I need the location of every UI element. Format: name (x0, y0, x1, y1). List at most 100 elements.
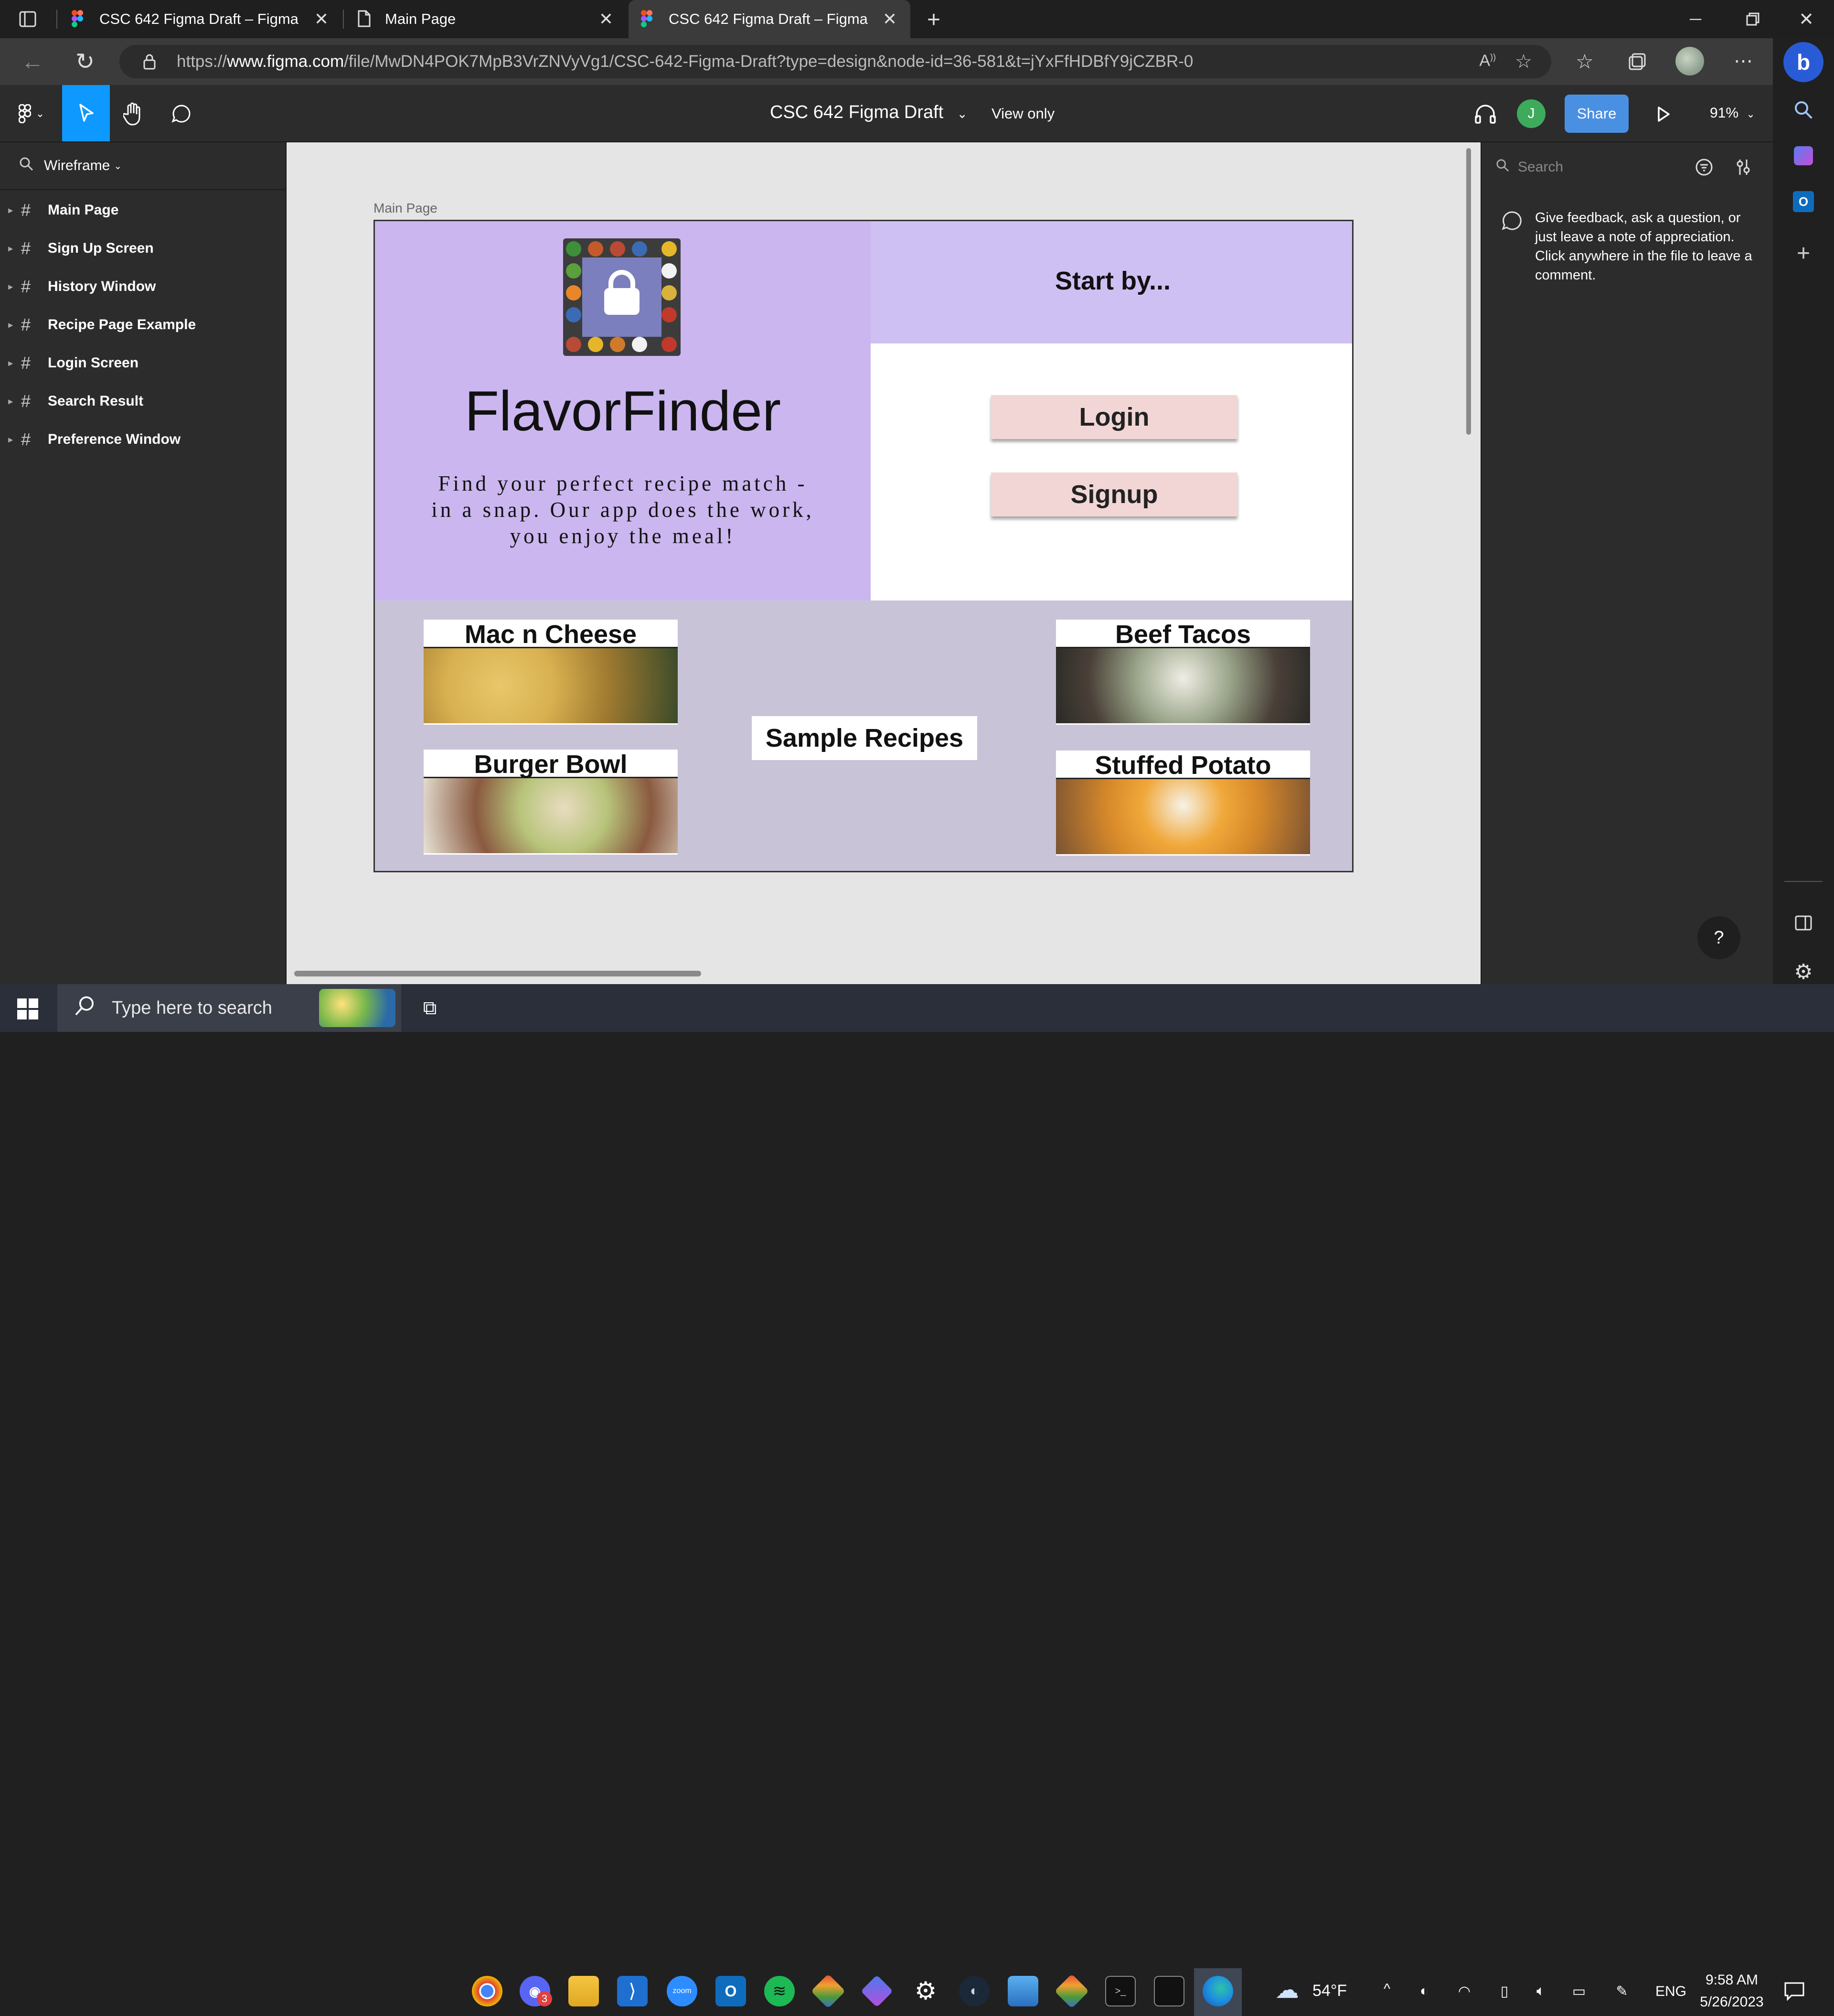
recipe-card-beef-tacos[interactable]: Beef Tacos (1056, 620, 1310, 725)
url-prefix: https:// (177, 52, 227, 71)
tab-figma-1[interactable]: CSC 642 Figma Draft – Figma ✕ (60, 0, 342, 38)
expand-caret-icon[interactable]: ▸ (0, 282, 21, 292)
layer-recipe-page-example[interactable]: ▸ # Recipe Page Example (0, 306, 287, 344)
comment-tool-icon[interactable] (162, 99, 201, 128)
tab-actions-icon[interactable] (18, 10, 37, 29)
back-icon[interactable]: ← (19, 49, 46, 75)
comment-search[interactable]: Search (1496, 154, 1687, 181)
layer-search-result[interactable]: ▸ # Search Result (0, 382, 287, 420)
volume-icon[interactable]: 🔈︎ (1531, 1982, 1550, 2001)
layer-preference-window[interactable]: ▸ # Preference Window (0, 420, 287, 459)
restore-icon[interactable] (1738, 10, 1767, 29)
audio-headphones-icon[interactable] (1471, 101, 1500, 127)
terminal-icon[interactable]: >_ (1105, 1976, 1136, 2006)
weather-temp[interactable]: 54°F (1312, 1982, 1347, 2000)
taskbar-search[interactable]: Type here to search (57, 984, 401, 1032)
clock-time[interactable]: 9:58 AM (1703, 1972, 1760, 1988)
filter-icon[interactable] (1690, 153, 1718, 182)
add-favorite-icon[interactable]: ☆ (1515, 51, 1532, 73)
favorites-icon[interactable]: ☆ (1571, 48, 1598, 75)
copilot-taskbar-icon[interactable] (861, 1975, 893, 2007)
layer-sign-up-screen[interactable]: ▸ # Sign Up Screen (0, 229, 287, 268)
layer-login-screen[interactable]: ▸ # Login Screen (0, 344, 287, 382)
vscode-icon[interactable]: ⟩ (617, 1976, 648, 2006)
phone-link-icon[interactable]: ▯ (1495, 1982, 1514, 2001)
present-play-icon[interactable] (1651, 102, 1676, 126)
frame-label[interactable]: Main Page (373, 201, 437, 216)
help-button[interactable]: ? (1697, 916, 1740, 959)
expand-caret-icon[interactable]: ▸ (0, 320, 21, 330)
recipe-card-burger-bowl[interactable]: Burger Bowl (424, 750, 678, 855)
git-secondary-icon[interactable] (1054, 1973, 1089, 2009)
console-icon[interactable] (1154, 1976, 1184, 2006)
login-button[interactable]: Login (991, 395, 1237, 439)
expand-caret-icon[interactable]: ▸ (0, 397, 21, 407)
notifications-icon[interactable] (1781, 1980, 1807, 2003)
steam-icon[interactable]: ◐ (959, 1976, 990, 2006)
close-window-icon[interactable]: ✕ (1792, 10, 1821, 30)
url-field[interactable]: https://www.figma.com/file/MwDN4POK7MpB3… (119, 45, 1551, 78)
close-tab-icon[interactable]: ✕ (599, 9, 613, 29)
taskbar-search-placeholder: Type here to search (112, 997, 272, 1018)
outlook-taskbar-icon[interactable]: O (715, 1976, 746, 2006)
copilot-icon[interactable] (1794, 146, 1813, 165)
profile-avatar[interactable] (1675, 47, 1704, 75)
windows-start-icon[interactable] (17, 998, 38, 1019)
wifi-icon[interactable]: ◠ (1455, 1982, 1474, 2001)
tab-figma-active[interactable]: CSC 642 Figma Draft – Figma ✕ (629, 0, 910, 38)
steam-tray-icon[interactable]: ◐ (1415, 1982, 1434, 2001)
outlook-icon[interactable]: O (1793, 191, 1814, 212)
close-tab-icon[interactable]: ✕ (883, 9, 897, 29)
recipe-card-mac-n-cheese[interactable]: Mac n Cheese (424, 620, 678, 725)
gear-icon[interactable]: ⚙ (1789, 957, 1818, 986)
file-title[interactable]: CSC 642 Figma Draft ⌄ (770, 102, 968, 123)
share-button[interactable]: Share (1565, 95, 1629, 133)
expand-caret-icon[interactable]: ▸ (0, 435, 21, 445)
recipe-card-stuffed-potato[interactable]: Stuffed Potato (1056, 751, 1310, 856)
pen-icon[interactable]: ✎ (1612, 1982, 1631, 2001)
tab-separator (343, 10, 344, 29)
minimize-icon[interactable]: ─ (1681, 10, 1710, 29)
git-icon[interactable] (810, 1973, 846, 2009)
expand-caret-icon[interactable]: ▸ (0, 205, 21, 215)
hand-tool-icon[interactable] (115, 99, 153, 128)
expand-caret-icon[interactable]: ▸ (0, 358, 21, 368)
weather-cloud-icon[interactable]: ☁ (1270, 1976, 1304, 2003)
bing-copilot-icon[interactable]: b (1783, 42, 1823, 82)
language-indicator[interactable]: ENG (1655, 1984, 1686, 2000)
user-avatar[interactable]: J (1517, 99, 1546, 128)
split-screen-icon[interactable] (1789, 909, 1818, 937)
zoom-icon[interactable]: zoom (667, 1976, 697, 2006)
expand-caret-icon[interactable]: ▸ (0, 244, 21, 254)
clock-date[interactable]: 5/26/2023 (1694, 1994, 1770, 2010)
show-hidden-icons-chevron[interactable]: ^ (1377, 1980, 1397, 1999)
figma-menu-icon[interactable]: ⌄ (14, 99, 49, 128)
read-aloud-icon[interactable]: A)) (1479, 52, 1496, 70)
chrome-icon[interactable] (472, 1976, 502, 2006)
more-options-icon[interactable]: ⋯ (1729, 48, 1758, 75)
task-view-icon[interactable]: ⧉ (416, 995, 443, 1021)
collections-icon[interactable] (1624, 49, 1651, 75)
spotify-icon[interactable]: ≋ (764, 1976, 795, 2006)
refresh-icon[interactable]: ↻ (72, 49, 98, 75)
tab-main-page[interactable]: Main Page ✕ (345, 0, 627, 38)
horizontal-scrollbar[interactable] (294, 971, 701, 976)
vertical-scrollbar[interactable] (1466, 148, 1471, 435)
layer-main-page[interactable]: ▸ # Main Page (0, 191, 287, 229)
settings-gear-icon[interactable]: ⚙ (910, 1976, 941, 2006)
add-sidebar-app-icon[interactable]: + (1789, 239, 1818, 268)
battery-icon[interactable]: ▭ (1569, 1982, 1589, 2001)
edge-browser-icon[interactable] (1203, 1976, 1233, 2006)
zoom-level[interactable]: 91% ⌄ (1710, 105, 1755, 121)
page-selector[interactable]: Wireframe ⌄ (0, 142, 287, 190)
move-tool-icon[interactable] (62, 85, 110, 141)
main-page-frame[interactable]: FlavorFinder Find your perfect recipe ma… (373, 220, 1354, 872)
photos-icon[interactable] (1008, 1976, 1038, 2006)
new-tab-icon[interactable]: + (922, 7, 946, 32)
settings-sliders-icon[interactable] (1729, 153, 1758, 182)
signup-button[interactable]: Signup (991, 472, 1237, 516)
close-tab-icon[interactable]: ✕ (314, 9, 329, 29)
search-icon[interactable] (1789, 96, 1818, 124)
file-explorer-icon[interactable] (568, 1976, 599, 2006)
layer-history-window[interactable]: ▸ # History Window (0, 268, 287, 306)
